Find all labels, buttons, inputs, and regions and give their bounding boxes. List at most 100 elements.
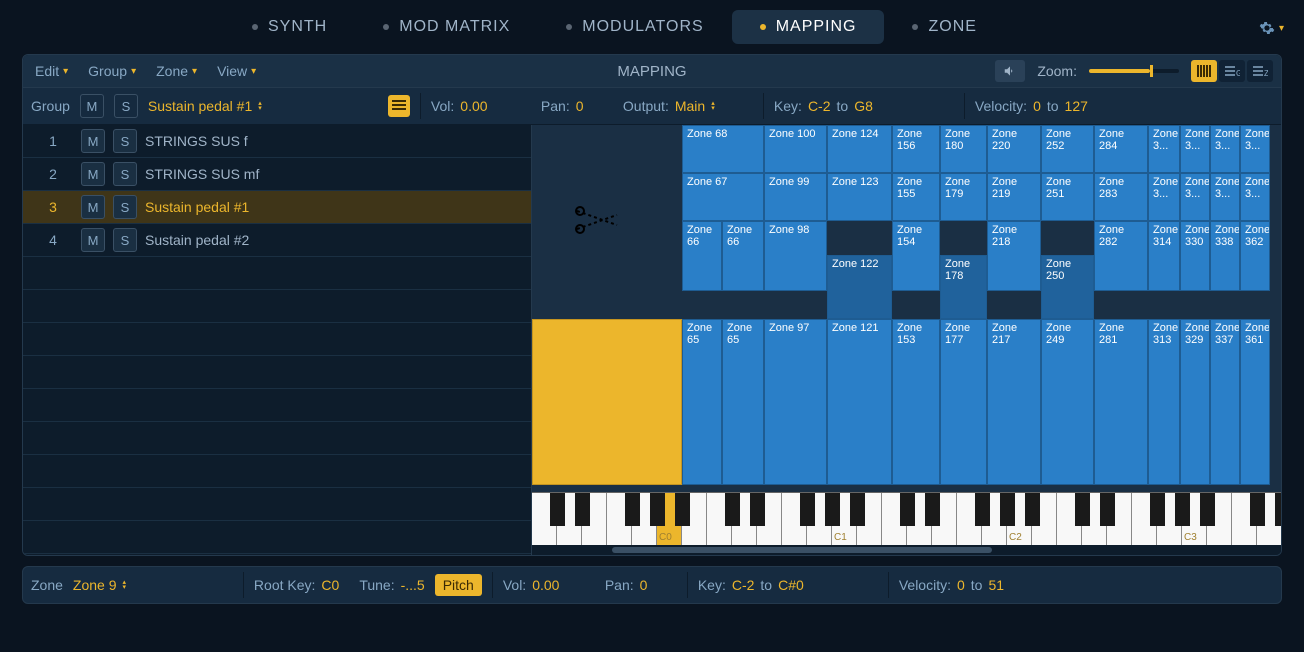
zone-cell[interactable]: Zone 68 [682,125,764,173]
zone-cell[interactable]: Zone 283 [1094,173,1148,221]
view-mode-keyboard[interactable] [1191,60,1217,82]
black-key[interactable] [975,493,990,526]
zone-cell[interactable]: Zone 98 [764,221,827,291]
zone-cell[interactable]: Zone 65 [722,319,764,485]
zone-cell[interactable]: Zone 3... [1210,125,1240,173]
tab-zone[interactable]: ZONE [884,10,1004,44]
group-list-row[interactable]: 2 M S STRINGS SUS mf [23,158,531,191]
zone-cell[interactable]: Zone 314 [1148,221,1180,291]
black-key[interactable] [1200,493,1215,526]
zone-tune[interactable]: -...5 [401,577,425,593]
black-key[interactable] [650,493,665,526]
zone-cell[interactable]: Zone 3... [1180,173,1210,221]
zone-cell[interactable]: Zone 178 [940,255,987,319]
zone-cell[interactable]: Zone 155 [892,173,940,221]
zone-cell[interactable]: Zone 179 [940,173,987,221]
black-key[interactable] [900,493,915,526]
zone-cell[interactable]: Zone 180 [940,125,987,173]
zone-vel-lo[interactable]: 0 [957,577,965,593]
zone-cell[interactable] [532,319,682,485]
black-key[interactable] [825,493,840,526]
zone-name-dropdown[interactable]: Zone 9▴▾ [73,577,233,593]
zone-cell[interactable]: Zone 67 [682,173,764,221]
settings-menu[interactable]: ▾ [1259,20,1284,36]
black-key[interactable] [1275,493,1283,526]
zone-cell[interactable]: Zone 3... [1180,125,1210,173]
zone-cell[interactable]: Zone 3... [1240,125,1270,173]
zone-map[interactable]: Zone 68Zone 100Zone 124Zone 156Zone 180Z… [532,125,1281,555]
zone-cell[interactable]: Zone 220 [987,125,1041,173]
horizontal-scrollbar[interactable] [532,545,1281,555]
zone-cell[interactable]: Zone 97 [764,319,827,485]
zone-vel-hi[interactable]: 51 [988,577,1004,593]
row-mute-button[interactable]: M [81,162,105,186]
black-key[interactable] [800,493,815,526]
zone-cell[interactable]: Zone 338 [1210,221,1240,291]
menu-zone[interactable]: Zone▾ [152,61,201,81]
zone-cell[interactable]: Zone 361 [1240,319,1270,485]
group-key-hi[interactable]: G8 [854,98,873,114]
zoom-slider[interactable] [1089,69,1179,73]
preview-speaker-button[interactable] [995,60,1025,82]
zone-cell[interactable]: Zone 217 [987,319,1041,485]
group-volume[interactable]: 0.00 [460,98,487,114]
group-list-row[interactable]: 3 M S Sustain pedal #1 [23,191,531,224]
zone-cell[interactable]: Zone 124 [827,125,892,173]
tab-mod-matrix[interactable]: MOD MATRIX [355,10,538,44]
zone-cell[interactable]: Zone 3... [1148,173,1180,221]
black-key[interactable] [550,493,565,526]
black-key[interactable] [1025,493,1040,526]
zone-cell[interactable]: Zone 99 [764,173,827,221]
zone-cell[interactable]: Zone 218 [987,221,1041,291]
zone-cell[interactable]: Zone 122 [827,255,892,319]
zone-cell[interactable]: Zone 3... [1210,173,1240,221]
zone-cell[interactable]: Zone 66 [682,221,722,291]
group-list-row[interactable]: 4 M S Sustain pedal #2 [23,224,531,257]
group-output[interactable]: Main [675,98,705,114]
black-key[interactable] [1100,493,1115,526]
group-vel-lo[interactable]: 0 [1033,98,1041,114]
zone-cell[interactable]: Zone 337 [1210,319,1240,485]
zone-cell[interactable]: Zone 249 [1041,319,1094,485]
zone-cell[interactable]: Zone 123 [827,173,892,221]
zone-key-hi[interactable]: C#0 [778,577,804,593]
black-key[interactable] [575,493,590,526]
black-key[interactable] [1000,493,1015,526]
black-key[interactable] [725,493,740,526]
black-key[interactable] [750,493,765,526]
group-key-lo[interactable]: C-2 [808,98,831,114]
black-key[interactable] [925,493,940,526]
zone-cell[interactable]: Zone 177 [940,319,987,485]
group-solo-button[interactable]: S [114,94,138,118]
zone-cell[interactable]: Zone 284 [1094,125,1148,173]
group-list-row[interactable]: 1 M S STRINGS SUS f [23,125,531,158]
black-key[interactable] [1075,493,1090,526]
black-key[interactable] [1150,493,1165,526]
zone-cell[interactable]: Zone 154 [892,221,940,291]
zone-cell[interactable]: Zone 100 [764,125,827,173]
keyboard[interactable]: C0C1C2C3 [532,492,1281,545]
tab-modulators[interactable]: MODULATORS [538,10,731,44]
zone-grid[interactable]: Zone 68Zone 100Zone 124Zone 156Zone 180Z… [532,125,1281,492]
zone-cell[interactable]: Zone 251 [1041,173,1094,221]
black-key[interactable] [625,493,640,526]
zone-cell[interactable]: Zone 252 [1041,125,1094,173]
pitch-button[interactable]: Pitch [435,574,482,596]
row-solo-button[interactable]: S [113,228,137,252]
row-solo-button[interactable]: S [113,162,137,186]
row-solo-button[interactable]: S [113,129,137,153]
zone-cell[interactable]: Zone 281 [1094,319,1148,485]
zone-cell[interactable]: Zone 250 [1041,255,1094,319]
group-vel-hi[interactable]: 127 [1065,98,1088,114]
zone-cell[interactable]: Zone 313 [1148,319,1180,485]
row-mute-button[interactable]: M [81,228,105,252]
zone-cell[interactable]: Zone 219 [987,173,1041,221]
black-key[interactable] [1175,493,1190,526]
view-mode-zone-list[interactable]: Z [1247,60,1273,82]
menu-edit[interactable]: Edit▾ [31,61,72,81]
tab-synth[interactable]: SYNTH [224,10,355,44]
zone-cell[interactable]: Zone 329 [1180,319,1210,485]
group-mute-button[interactable]: M [80,94,104,118]
zone-cell[interactable]: Zone 3... [1148,125,1180,173]
black-key[interactable] [850,493,865,526]
